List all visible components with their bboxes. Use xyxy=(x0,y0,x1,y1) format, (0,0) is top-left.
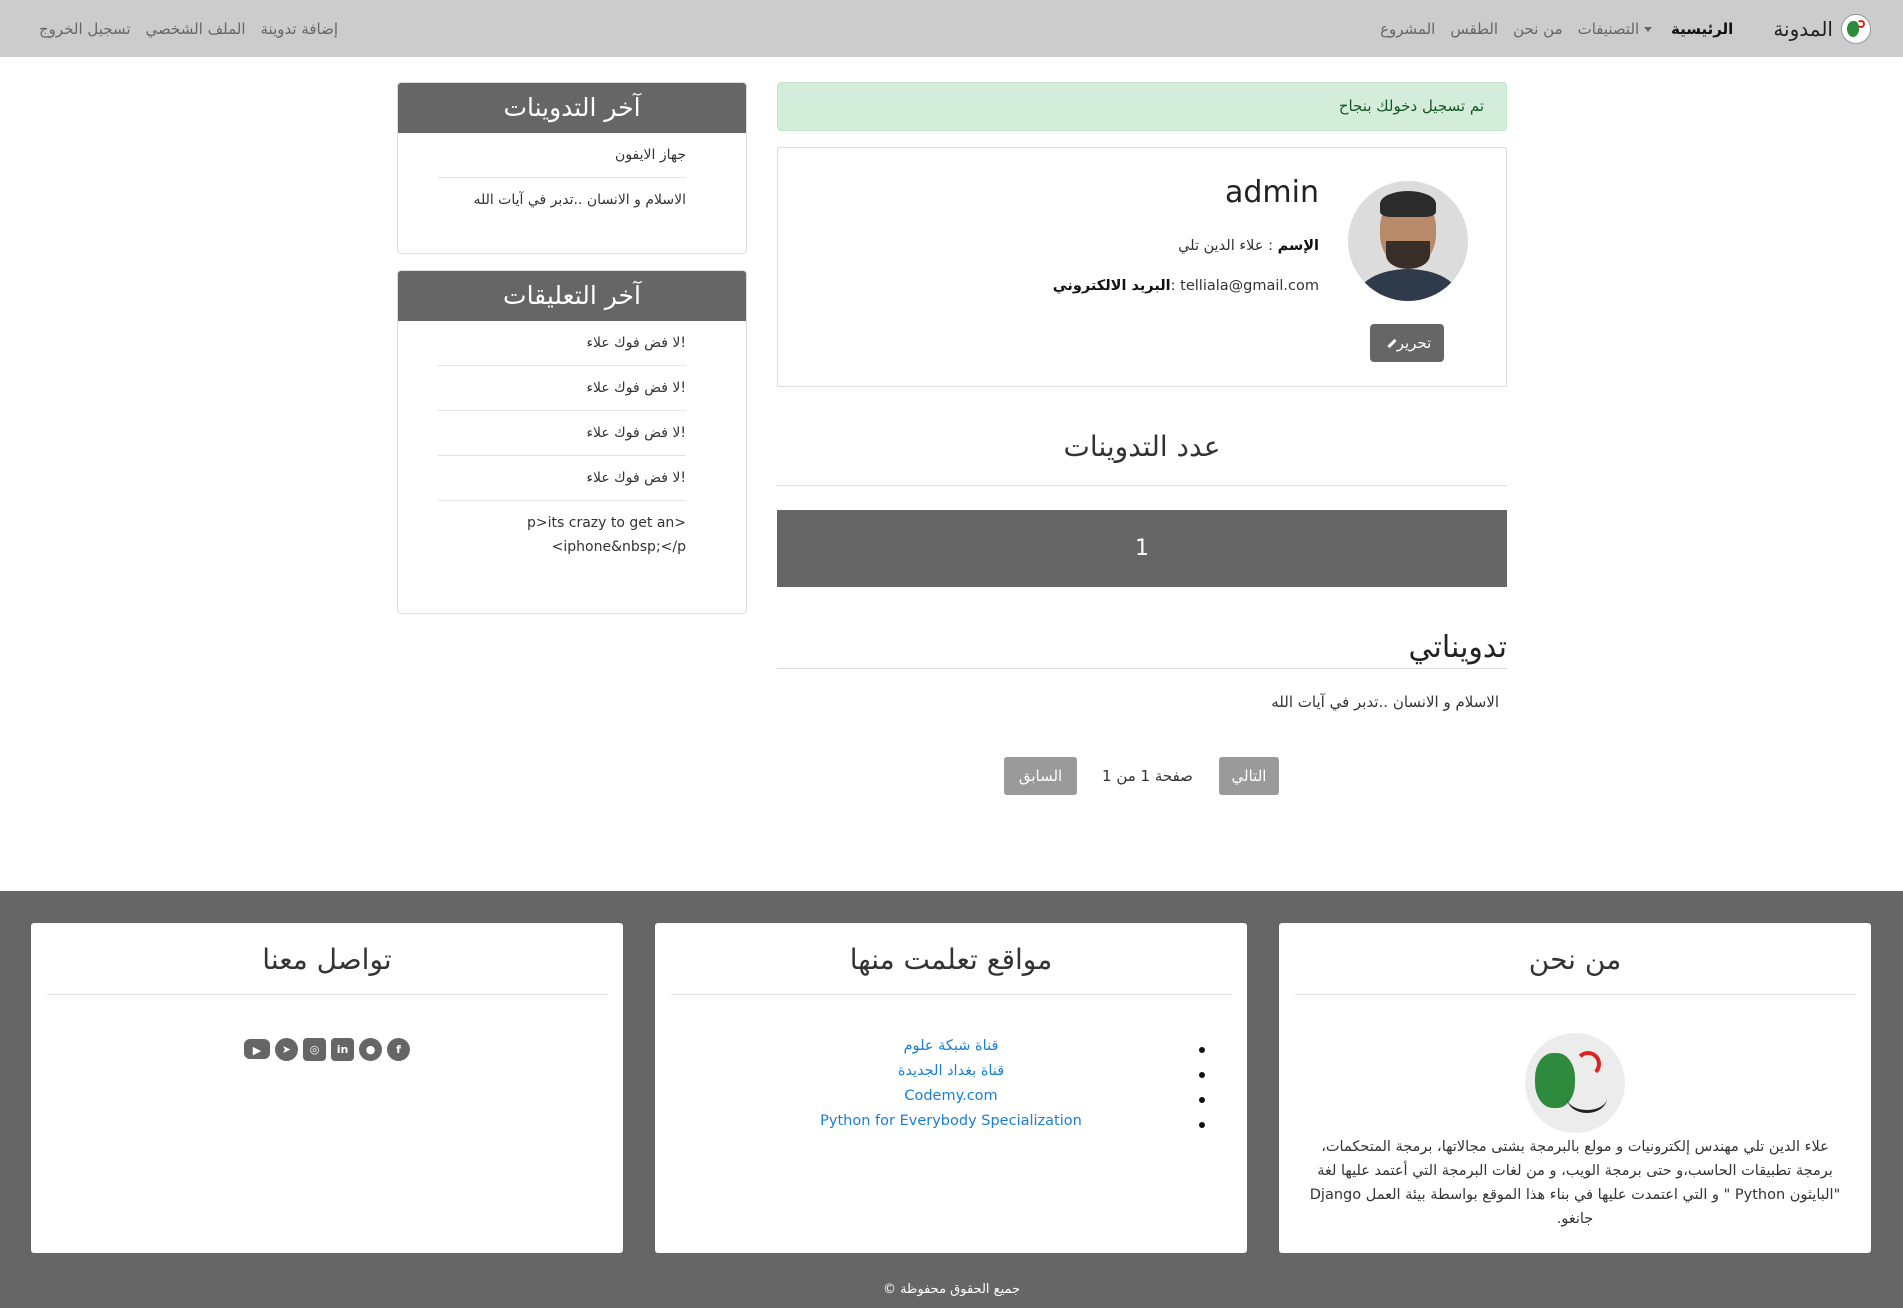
nav-categories-label: التصنيفات xyxy=(1577,19,1640,38)
next-page-button[interactable]: التالي xyxy=(1219,757,1279,795)
pencil-icon xyxy=(1387,338,1397,349)
page-info: صفحة 1 من 1 xyxy=(1102,767,1193,785)
brand-name: المدونة xyxy=(1773,16,1833,41)
learn-link[interactable]: Python for Everybody Specialization xyxy=(820,1113,1082,1129)
recent-comments-card: آخر التعليقات لا فض فوك علاء! لا فض فوك … xyxy=(397,270,747,614)
prev-page-button[interactable]: السابق xyxy=(1004,757,1077,795)
recent-comment-item[interactable]: لا فض فوك علاء! xyxy=(438,321,686,366)
footer-learn-title: مواقع تعلمت منها xyxy=(671,943,1231,995)
edit-profile-button[interactable]: تحرير xyxy=(1370,324,1444,362)
footer: من نحن علاء الدين تلي مهندس إلكترونيات و… xyxy=(0,891,1903,1308)
bullet-icon xyxy=(1199,1122,1205,1128)
instagram-icon[interactable]: ◎ xyxy=(303,1038,326,1061)
recent-posts-title: آخر التدوينات xyxy=(398,83,746,133)
list-item: Python for Everybody Specialization xyxy=(655,1113,1247,1138)
nav-logout[interactable]: تسجيل الخروج xyxy=(39,20,131,38)
footer-about-text: علاء الدين تلي مهندس إلكترونيات و مولع ب… xyxy=(1309,1139,1841,1227)
footer-about-title: من نحن xyxy=(1295,943,1855,995)
learn-links-list: قناة شبكة علوم قناة بغداد الجديدة Codemy… xyxy=(655,1038,1247,1138)
bullet-icon xyxy=(1199,1072,1205,1078)
copyright-text: © جميع الحقوق محفوظة xyxy=(882,1282,1021,1297)
avatar xyxy=(1348,181,1468,301)
recent-comment-item[interactable]: لا فض فوك علاء! xyxy=(438,456,686,501)
email-value: telliala@gmail.com xyxy=(1180,278,1319,294)
profile-email-row: البريد الالكتروني: telliala@gmail.com xyxy=(1052,278,1319,294)
nav-home[interactable]: الرئيسية xyxy=(1671,20,1733,38)
nav-right-group: المدونة الرئيسية التصنيفات من نحن الطقس … xyxy=(1365,0,1871,57)
telegram-icon[interactable]: ➤ xyxy=(275,1038,298,1061)
profile-username: admin xyxy=(1225,175,1319,210)
linkedin-icon[interactable]: in xyxy=(331,1038,354,1061)
caret-down-icon xyxy=(1643,26,1652,32)
brand-link[interactable]: المدونة xyxy=(1773,13,1871,44)
post-count-title: عدد التدوينات xyxy=(1063,430,1221,463)
post-count-value: 1 xyxy=(777,510,1507,587)
nav-about[interactable]: من نحن xyxy=(1513,20,1563,38)
learn-link[interactable]: قناة شبكة علوم xyxy=(904,1038,999,1054)
recent-comment-item[interactable]: لا فض فوك علاء! xyxy=(438,411,686,456)
recent-comments-title: آخر التعليقات xyxy=(398,271,746,321)
top-navbar: المدونة الرئيسية التصنيفات من نحن الطقس … xyxy=(0,0,1903,57)
footer-about-card: من نحن علاء الدين تلي مهندس إلكترونيات و… xyxy=(1279,923,1871,1253)
nav-add-post[interactable]: إضافة تدوينة xyxy=(261,20,339,38)
login-success-alert: تم تسجيل دخولك بنجاح xyxy=(777,82,1507,131)
youtube-icon[interactable]: ▶ xyxy=(244,1039,270,1059)
recent-comment-item[interactable]: لا فض فوك علاء! xyxy=(438,366,686,411)
list-item: Codemy.com xyxy=(655,1088,1247,1113)
edit-button-label: تحرير xyxy=(1396,334,1432,352)
footer-contact-card: تواصل معنا ▶ ➤ ◎ in ● f xyxy=(31,923,623,1253)
divider xyxy=(777,668,1507,669)
bullet-icon xyxy=(1199,1097,1205,1103)
pagination: التالي صفحة 1 من 1 السابق xyxy=(1004,757,1279,795)
footer-contact-title: تواصل معنا xyxy=(47,943,607,995)
list-item: قناة شبكة علوم xyxy=(655,1038,1247,1063)
learn-link[interactable]: Codemy.com xyxy=(904,1088,997,1104)
name-label: الإسم xyxy=(1277,238,1319,254)
my-post-link[interactable]: الاسلام و الانسان ..تدبر في آيات الله xyxy=(1271,693,1499,711)
github-icon[interactable]: ● xyxy=(359,1038,382,1061)
name-value: علاء الدين تلي xyxy=(1178,238,1264,254)
nav-project[interactable]: المشروع xyxy=(1380,20,1435,38)
recent-posts-card: آخر التدوينات جهاز الايفون الاسلام و الا… xyxy=(397,82,747,254)
profile-name-row: الإسم : علاء الدين تلي xyxy=(1178,238,1319,254)
recent-comment-item[interactable]: p>its crazy to get an> <iphone&nbsp;</p xyxy=(438,501,686,569)
nav-categories-dropdown[interactable]: التصنيفات xyxy=(1578,20,1656,38)
nav-profile[interactable]: الملف الشخصي xyxy=(146,20,246,38)
footer-learn-card: مواقع تعلمت منها قناة شبكة علوم قناة بغد… xyxy=(655,923,1247,1253)
nav-weather[interactable]: الطقس xyxy=(1450,20,1498,38)
divider xyxy=(777,485,1507,486)
list-item: قناة بغداد الجديدة xyxy=(655,1063,1247,1088)
nav-left-group: إضافة تدوينة الملف الشخصي تسجيل الخروج xyxy=(24,0,338,57)
recent-post-item[interactable]: الاسلام و الانسان ..تدبر في آيات الله xyxy=(438,178,686,222)
recent-post-item[interactable]: جهاز الايفون xyxy=(438,133,686,178)
profile-card: تحرير admin الإسم : علاء الدين تلي البري… xyxy=(777,147,1507,387)
social-links: ▶ ➤ ◎ in ● f xyxy=(31,1038,623,1061)
brand-logo-icon xyxy=(1841,13,1871,44)
my-posts-title: تدويناتي xyxy=(1408,630,1507,665)
bullet-icon xyxy=(1199,1047,1205,1053)
learn-link[interactable]: قناة بغداد الجديدة xyxy=(898,1063,1004,1079)
facebook-icon[interactable]: f xyxy=(387,1038,410,1061)
site-logo xyxy=(1525,1033,1625,1133)
email-label: البريد الالكتروني xyxy=(1052,278,1171,294)
